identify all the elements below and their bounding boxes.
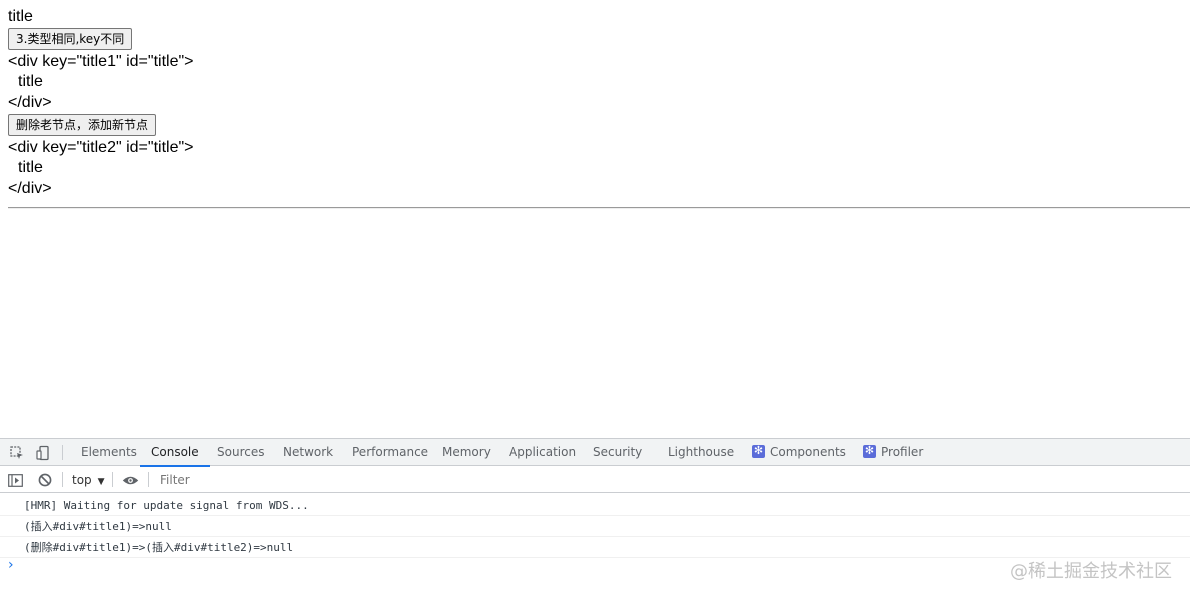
tab-profiler[interactable]: Profiler [863, 439, 923, 466]
caret-down-icon: ▼ [97, 477, 105, 487]
toolbar-separator [148, 472, 149, 487]
console-filter-input[interactable] [154, 470, 1184, 490]
block2-open-tag: <div key="title2" id="title"> [8, 139, 194, 156]
inspect-element-icon[interactable] [8, 444, 26, 462]
context-selector-label: top [72, 473, 92, 487]
live-expression-eye-icon[interactable] [122, 471, 139, 489]
console-prompt[interactable]: › [8, 558, 14, 572]
tab-components-label: Components [770, 445, 846, 459]
console-toolbar: top ▼ [0, 467, 1190, 493]
tab-performance[interactable]: Performance [352, 439, 428, 466]
react-icon [752, 443, 765, 458]
block1-close-tag: </div> [8, 94, 52, 111]
tab-console[interactable]: Console [140, 439, 210, 467]
tab-profiler-label: Profiler [881, 445, 924, 459]
console-message: [HMR] Waiting for update signal from WDS… [0, 495, 1190, 516]
toolbar-separator [112, 472, 113, 487]
replace-node-button[interactable]: 删除老节点，添加新节点 [8, 114, 157, 136]
tab-memory[interactable]: Memory [442, 439, 491, 466]
tab-security[interactable]: Security [593, 439, 642, 466]
console-message: (插入#div#title1)=>null [0, 516, 1190, 537]
devtools-tabbar: Elements Console Sources Network Perform… [0, 439, 1190, 467]
browser-page: title 3.类型相同,key不同 <div key="title1" id=… [0, 0, 1190, 598]
tab-application[interactable]: Application [509, 439, 576, 466]
tab-elements[interactable]: Elements [81, 439, 137, 466]
tab-lighthouse[interactable]: Lighthouse [668, 439, 734, 466]
block1-open-tag: <div key="title1" id="title"> [8, 53, 194, 70]
toolbar-separator [62, 472, 63, 487]
page-heading: title [8, 8, 33, 25]
horizontal-rule [8, 207, 1190, 209]
same-type-different-key-button[interactable]: 3.类型相同,key不同 [8, 28, 133, 50]
console-message: (删除#div#title1)=>(插入#div#title2)=>null [0, 537, 1190, 558]
tabbar-separator [62, 445, 63, 460]
tab-components[interactable]: Components [752, 439, 846, 466]
watermark: @稀土掘金技术社区 [1010, 561, 1172, 582]
tab-network[interactable]: Network [283, 439, 333, 466]
block1-content: title [18, 73, 43, 90]
clear-console-icon[interactable] [38, 471, 52, 489]
show-sidebar-icon[interactable] [8, 471, 23, 489]
tab-sources[interactable]: Sources [217, 439, 264, 466]
block2-content: title [18, 159, 43, 176]
context-selector[interactable]: top ▼ [72, 471, 105, 489]
block2-close-tag: </div> [8, 180, 52, 197]
app-content: title 3.类型相同,key不同 <div key="title1" id=… [0, 0, 1190, 438]
device-toolbar-icon[interactable] [34, 444, 52, 462]
react-icon [863, 443, 876, 458]
devtools-panel: Elements Console Sources Network Perform… [0, 438, 1190, 598]
